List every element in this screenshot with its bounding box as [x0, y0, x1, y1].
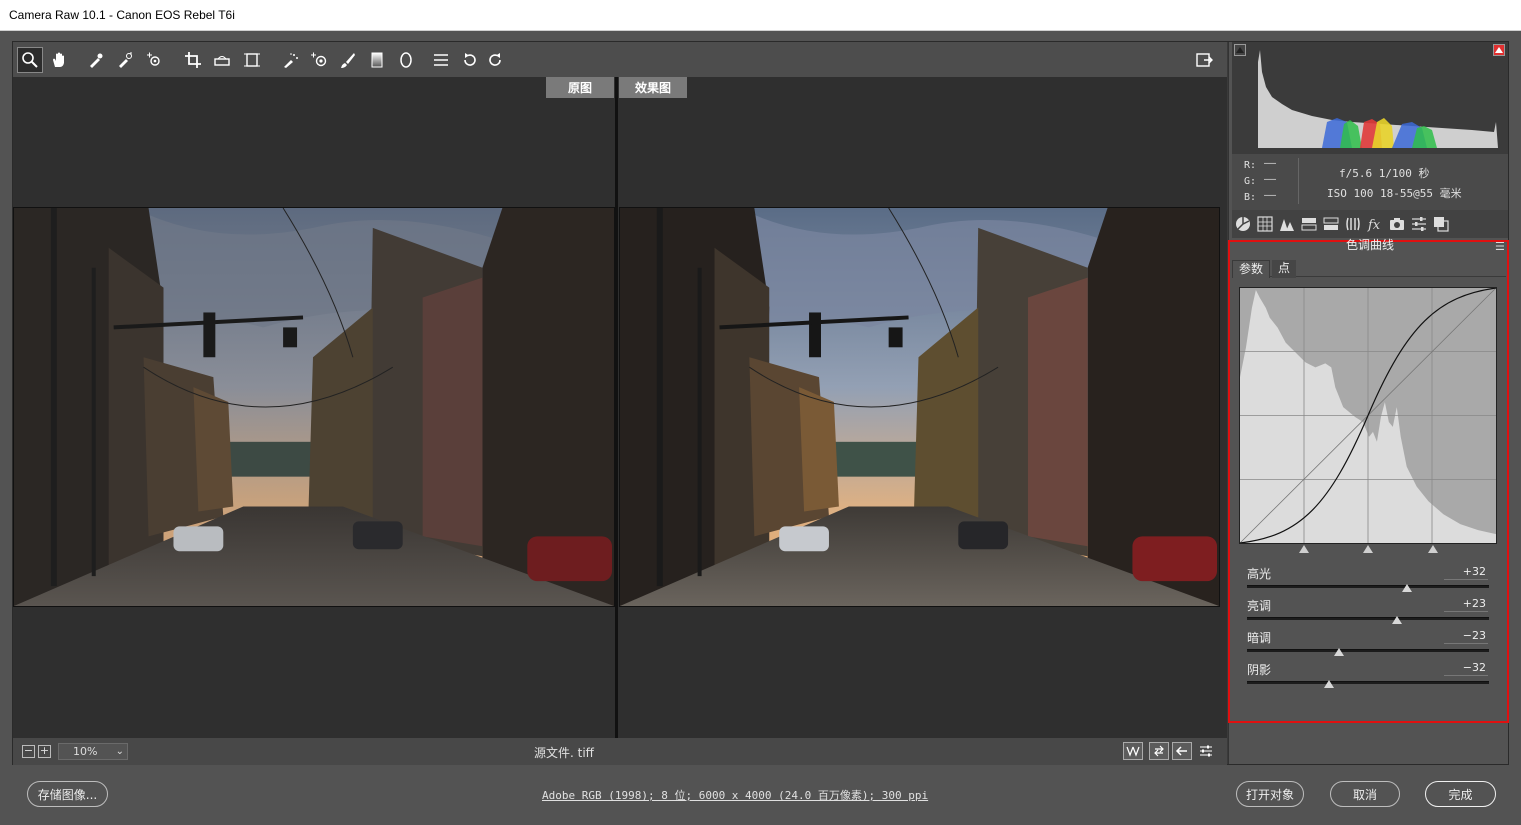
slider-track[interactable] — [1247, 585, 1489, 588]
adjustment-brush-icon[interactable] — [335, 47, 361, 73]
b-value: —— — [1264, 190, 1277, 201]
snapshots-panel-icon[interactable] — [1432, 215, 1450, 233]
zoom-level-select[interactable]: 10% ⌄ — [58, 743, 128, 760]
radial-filter-icon[interactable] — [393, 47, 419, 73]
preferences-list-icon[interactable] — [428, 47, 454, 73]
title-bar: Camera Raw 10.1 - Canon EOS Rebel T6i — [0, 0, 1521, 31]
slider-track[interactable] — [1247, 649, 1489, 652]
tone-curve-graph[interactable] — [1239, 287, 1497, 544]
tab-point[interactable]: 点 — [1272, 260, 1297, 278]
copy-arrow-icon — [1175, 746, 1187, 756]
slider-value-field[interactable]: +32 — [1444, 565, 1488, 580]
transform-tool-icon[interactable] — [239, 47, 265, 73]
zoom-in-button[interactable]: + — [38, 745, 51, 758]
chevron-down-icon: ⌄ — [115, 746, 124, 757]
before-after-divider — [615, 77, 618, 738]
g-value: —— — [1264, 174, 1277, 185]
r-value: —— — [1264, 158, 1277, 169]
slider-value-field[interactable]: −32 — [1444, 661, 1488, 676]
shadow-clipping-warning-icon[interactable] — [1234, 44, 1246, 56]
hand-tool-icon[interactable] — [46, 47, 72, 73]
cancel-button[interactable]: 取消 — [1330, 781, 1400, 807]
file-name: 源文件. tiff — [534, 746, 594, 760]
highlight-clipping-warning-icon[interactable] — [1493, 44, 1505, 56]
graduated-filter-icon[interactable] — [364, 47, 390, 73]
open-object-button[interactable]: 打开对象 — [1236, 781, 1304, 807]
tone-curve-panel-icon[interactable] — [1256, 215, 1274, 233]
zoom-out-button[interactable]: − — [22, 745, 35, 758]
slider-thumb[interactable] — [1324, 680, 1335, 688]
zoom-level-value: 10% — [73, 745, 98, 758]
slider-track[interactable] — [1247, 617, 1489, 620]
lens-corrections-panel-icon[interactable] — [1344, 215, 1362, 233]
exposure-info: f/5.6 1/100 秒 — [1339, 167, 1430, 180]
rotate-right-icon[interactable] — [482, 47, 508, 73]
svg-text:fx: fx — [1367, 218, 1381, 232]
split-handle-midtones[interactable] — [1363, 545, 1373, 553]
window-title: Camera Raw 10.1 - Canon EOS Rebel T6i — [9, 8, 235, 22]
panel-tabs: fx — [1232, 210, 1508, 238]
panel-menu-icon[interactable]: ☰ — [1495, 240, 1505, 253]
slider-label: 阴影 — [1247, 663, 1272, 677]
iso-lens-info: ISO 100 18-55@55 毫米 — [1327, 187, 1462, 200]
toggle-settings-button[interactable] — [1196, 742, 1216, 760]
before-photo[interactable] — [13, 207, 615, 607]
detail-panel-icon[interactable] — [1278, 215, 1296, 233]
targeted-adjustment-tool-icon[interactable] — [141, 47, 167, 73]
fullscreen-toggle-icon[interactable] — [1191, 47, 1217, 73]
presets-panel-icon[interactable] — [1410, 215, 1428, 233]
swap-icon — [1154, 745, 1164, 757]
slider-thumb[interactable] — [1401, 584, 1412, 592]
camera-raw-window: Camera Raw 10.1 - Canon EOS Rebel T6i 原图… — [0, 0, 1521, 825]
slider-label: 亮调 — [1247, 599, 1272, 613]
slider-value-field[interactable]: −23 — [1444, 629, 1488, 644]
copy-settings-button[interactable] — [1172, 742, 1192, 760]
camera-calibration-panel-icon[interactable] — [1388, 215, 1406, 233]
slider-label: 暗调 — [1247, 631, 1272, 645]
spot-removal-tool-icon[interactable] — [277, 47, 303, 73]
info-separator — [1298, 158, 1299, 204]
color-sampler-tool-icon[interactable] — [112, 47, 138, 73]
split-toning-panel-icon[interactable] — [1322, 215, 1340, 233]
sliders-icon — [1200, 745, 1212, 757]
effects-panel-icon[interactable]: fx — [1366, 215, 1384, 233]
preview-status-bar — [13, 738, 1227, 765]
slider-thumb[interactable] — [1333, 648, 1344, 656]
panel-title: 色调曲线 — [1345, 238, 1394, 252]
before-after-mode-button[interactable] — [1123, 742, 1143, 760]
after-label: 效果图 — [619, 77, 687, 98]
histogram — [1232, 42, 1508, 154]
slider-label: 高光 — [1247, 567, 1272, 581]
image-info: R: —— G: —— B: —— f/5.6 1/100 秒 ISO 100 … — [1232, 154, 1508, 210]
swap-settings-button[interactable] — [1149, 742, 1169, 760]
white-balance-tool-icon[interactable] — [83, 47, 109, 73]
slider-thumb[interactable] — [1392, 616, 1403, 624]
done-button[interactable]: 完成 — [1425, 781, 1496, 807]
save-image-button[interactable]: 存储图像... — [27, 781, 108, 807]
g-label: G: — [1244, 176, 1257, 187]
r-label: R: — [1244, 160, 1257, 171]
red-eye-tool-icon[interactable] — [306, 47, 332, 73]
basic-panel-icon[interactable] — [1234, 215, 1252, 233]
slider-value-field[interactable]: +23 — [1444, 597, 1488, 612]
after-photo[interactable] — [619, 207, 1220, 607]
b-label: B: — [1244, 192, 1257, 203]
before-label: 原图 — [546, 77, 614, 98]
split-handle-highlights[interactable] — [1428, 545, 1438, 553]
tab-parametric[interactable]: 参数 — [1232, 260, 1271, 278]
hsl-panel-icon[interactable] — [1300, 215, 1318, 233]
workflow-options-link[interactable]: Adobe RGB (1998); 8 位; 6000 x 4000 (24.0… — [542, 787, 928, 803]
split-view-icon — [1126, 746, 1140, 757]
zoom-tool-icon[interactable] — [17, 47, 43, 73]
straighten-tool-icon[interactable] — [209, 47, 235, 73]
slider-track[interactable] — [1247, 681, 1489, 684]
rotate-left-icon[interactable] — [457, 47, 483, 73]
split-handle-shadows[interactable] — [1299, 545, 1309, 553]
toolbar — [13, 42, 1227, 77]
crop-tool-icon[interactable] — [180, 47, 206, 73]
